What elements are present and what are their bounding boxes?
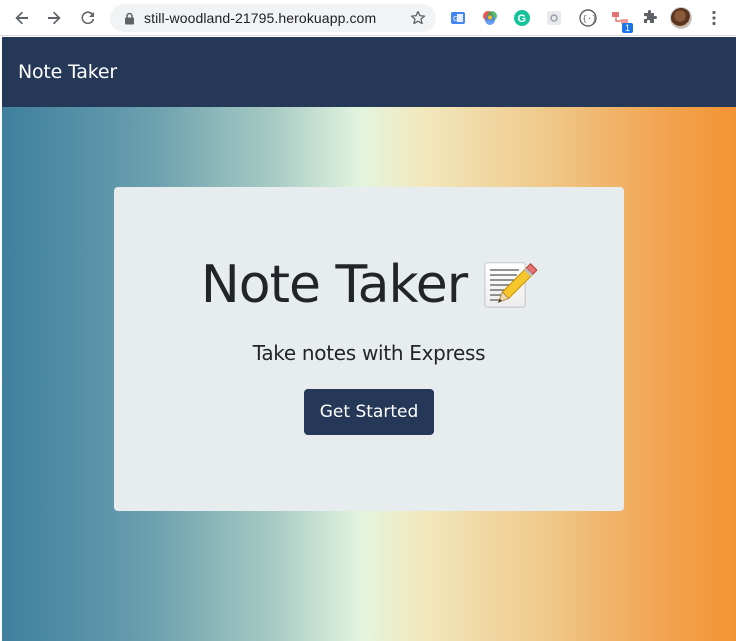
lead-text: Take notes with Express: [252, 341, 486, 365]
back-icon[interactable]: [10, 6, 34, 30]
get-started-button[interactable]: Get Started: [304, 389, 434, 435]
bookmark-star-icon[interactable]: [410, 10, 426, 26]
code-extension-icon[interactable]: {·}: [578, 8, 598, 28]
address-bar[interactable]: still-woodland-21795.herokuapp.com: [110, 4, 436, 32]
browser-toolbar: still-woodland-21795.herokuapp.com G G {…: [0, 0, 736, 36]
svg-text:G: G: [453, 16, 458, 23]
navbar-brand-link[interactable]: Note Taker: [18, 61, 117, 83]
extension-badge: 1: [621, 23, 633, 33]
forward-icon[interactable]: [42, 6, 66, 30]
grammarly-extension-icon[interactable]: G: [512, 8, 532, 28]
jumbotron-card: Note Taker Take notes with Express Get S…: [114, 187, 624, 511]
page-title: Note Taker: [200, 255, 468, 315]
url-text[interactable]: still-woodland-21795.herokuapp.com: [144, 10, 376, 26]
title-row: Note Taker: [200, 249, 538, 321]
navbar: Note Taker: [2, 37, 736, 107]
settings-extension-icon[interactable]: [544, 8, 564, 28]
color-picker-extension-icon[interactable]: [480, 8, 500, 28]
profile-avatar[interactable]: [670, 7, 692, 29]
kebab-menu-icon[interactable]: [702, 6, 726, 30]
svg-text:{·}: {·}: [582, 14, 596, 23]
reload-icon[interactable]: [76, 6, 100, 30]
memo-icon: [481, 257, 538, 313]
lock-icon[interactable]: [122, 11, 136, 25]
network-extension-icon[interactable]: 1: [610, 8, 633, 33]
svg-text:G: G: [518, 13, 527, 25]
puzzle-extensions-icon[interactable]: [640, 8, 660, 28]
translate-extension-icon[interactable]: G: [448, 8, 468, 28]
